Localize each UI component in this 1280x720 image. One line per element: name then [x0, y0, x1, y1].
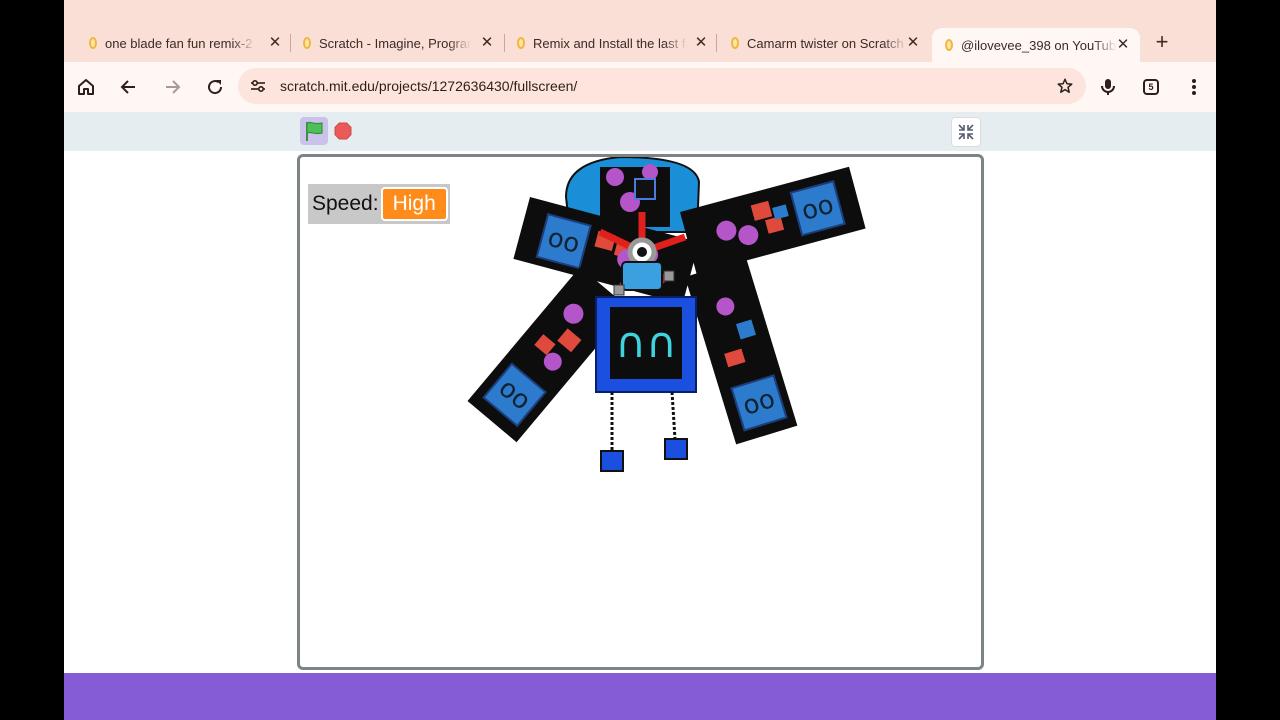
tab-title: @ilovevee_398 on YouTube: [961, 37, 1117, 53]
tab-title: Remix and Install the last fa: [533, 35, 687, 51]
scratch-controls-bar: [64, 112, 1216, 151]
exit-fullscreen-icon: [958, 124, 974, 140]
scratch-favicon-icon: [517, 37, 525, 49]
tab-close-icon[interactable]: ✕: [1114, 36, 1132, 54]
tab-separator: [290, 34, 291, 52]
tab-close-icon[interactable]: ✕: [266, 34, 284, 52]
back-icon: [120, 80, 135, 94]
address-bar[interactable]: scratch.mit.edu/projects/1272636430/full…: [238, 68, 1086, 104]
scratch-favicon-icon: [303, 37, 311, 49]
microphone-icon: [1101, 79, 1115, 95]
browser-toolbar: scratch.mit.edu/projects/1272636430/full…: [64, 62, 1216, 112]
tab-title: one blade fan fun remix-2 o: [105, 35, 255, 51]
tab-ilovevee-youtube[interactable]: @ilovevee_398 on YouTube ✕: [932, 28, 1140, 62]
exit-fullscreen-button[interactable]: [951, 117, 981, 147]
speed-monitor-value: High: [380, 187, 448, 221]
fan-robot-sprite: oo oo oo oo ∩∩: [467, 157, 866, 472]
forward-button[interactable]: [159, 74, 185, 100]
tab-switcher-button[interactable]: 5: [1138, 74, 1164, 100]
scratch-favicon-icon: [945, 39, 953, 51]
tab-separator: [504, 34, 505, 52]
speed-monitor-label: Speed:: [312, 192, 379, 215]
tab-close-icon[interactable]: ✕: [904, 34, 922, 52]
tab-scratch-imagine[interactable]: Scratch - Imagine, Program ✕: [302, 28, 496, 58]
tab-camarm-twister[interactable]: Camarm twister on Scratch ✕: [730, 28, 922, 58]
tab-remix-install[interactable]: Remix and Install the last fa ✕: [516, 28, 710, 58]
stop-icon[interactable]: [334, 122, 352, 140]
forward-icon: [166, 80, 181, 94]
tab-title: Camarm twister on Scratch: [747, 35, 904, 51]
voice-search-button[interactable]: [1095, 74, 1121, 100]
new-tab-button[interactable]: +: [1150, 30, 1174, 54]
scratch-favicon-icon: [731, 37, 739, 49]
site-settings-icon[interactable]: [250, 78, 266, 94]
browser-window: one blade fan fun remix-2 o ✕ Scratch - …: [64, 0, 1216, 720]
scratch-favicon-icon: [89, 37, 97, 49]
reload-button[interactable]: [202, 74, 228, 100]
home-button[interactable]: [73, 74, 99, 100]
menu-button[interactable]: [1181, 74, 1207, 100]
green-flag-icon: [306, 121, 323, 141]
reload-icon: [208, 80, 223, 95]
svg-text:∩∩: ∩∩: [615, 318, 676, 367]
back-button[interactable]: [116, 74, 142, 100]
tab-count-icon: 5: [1143, 79, 1159, 95]
home-icon: [78, 79, 94, 95]
project-stage[interactable]: oo oo oo oo ∩∩ Speed: High: [297, 154, 984, 670]
tab-title: Scratch - Imagine, Program: [319, 35, 471, 51]
speed-variable-monitor: Speed: High: [308, 184, 450, 224]
bookmark-star-icon[interactable]: [1056, 77, 1074, 95]
menu-icon: [1192, 79, 1196, 95]
tab-one-blade-fan[interactable]: one blade fan fun remix-2 o ✕: [88, 28, 284, 58]
tab-separator: [716, 34, 717, 52]
url-text: scratch.mit.edu/projects/1272636430/full…: [280, 78, 578, 94]
page-footer-bar: [64, 673, 1216, 720]
green-flag-button[interactable]: [300, 117, 328, 145]
tab-close-icon[interactable]: ✕: [692, 34, 710, 52]
tab-strip: one blade fan fun remix-2 o ✕ Scratch - …: [64, 0, 1216, 62]
tab-close-icon[interactable]: ✕: [478, 34, 496, 52]
